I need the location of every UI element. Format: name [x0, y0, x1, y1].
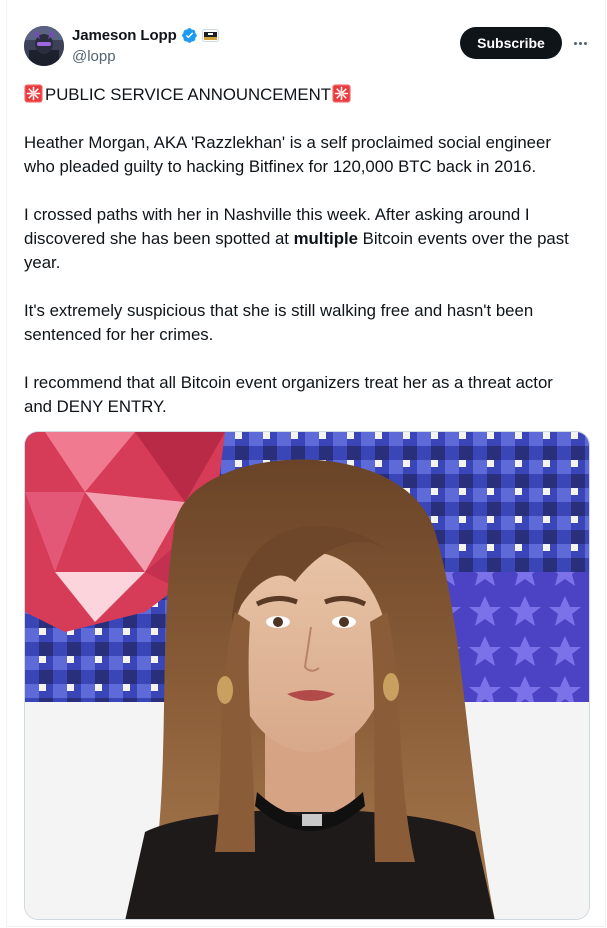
siren-emoji-icon: [332, 84, 351, 103]
avatar-image: [24, 26, 64, 66]
avatar[interactable]: [24, 26, 64, 66]
more-dot: [583, 41, 587, 45]
subscribe-button[interactable]: Subscribe: [460, 27, 562, 59]
more-dot: [573, 41, 577, 45]
author-handle[interactable]: @lopp: [72, 48, 116, 65]
author-display-name[interactable]: Jameson Lopp: [72, 27, 177, 44]
tweet-header: Jameson Lopp @lopp Subscribe: [24, 26, 594, 70]
tweet-body: PUBLIC SERVICE ANNOUNCEMENT Heather Morg…: [24, 83, 584, 443]
tweet-paragraph: I crossed paths with her in Nashville th…: [24, 203, 584, 275]
portrait-photo: [25, 432, 589, 919]
tweet-headline: PUBLIC SERVICE ANNOUNCEMENT: [45, 85, 331, 104]
tweet-paragraph: I recommend that all Bitcoin event organ…: [24, 373, 553, 416]
tweet-paragraph: It's extremely suspicious that she is st…: [24, 301, 534, 344]
more-dot: [578, 41, 582, 45]
tweet-headline-line: PUBLIC SERVICE ANNOUNCEMENT: [24, 83, 584, 107]
author-name-row: Jameson Lopp: [72, 27, 219, 44]
more-options-icon[interactable]: [570, 34, 590, 52]
affiliate-badge-icon[interactable]: [201, 27, 219, 44]
tweet-bold-text: multiple: [293, 229, 358, 248]
siren-emoji-icon: [24, 84, 43, 103]
tweet-paragraph: Heather Morgan, AKA 'Razzlekhan' is a se…: [24, 133, 551, 176]
verified-badge-icon: [181, 28, 197, 43]
tweet-photo[interactable]: [24, 431, 590, 920]
